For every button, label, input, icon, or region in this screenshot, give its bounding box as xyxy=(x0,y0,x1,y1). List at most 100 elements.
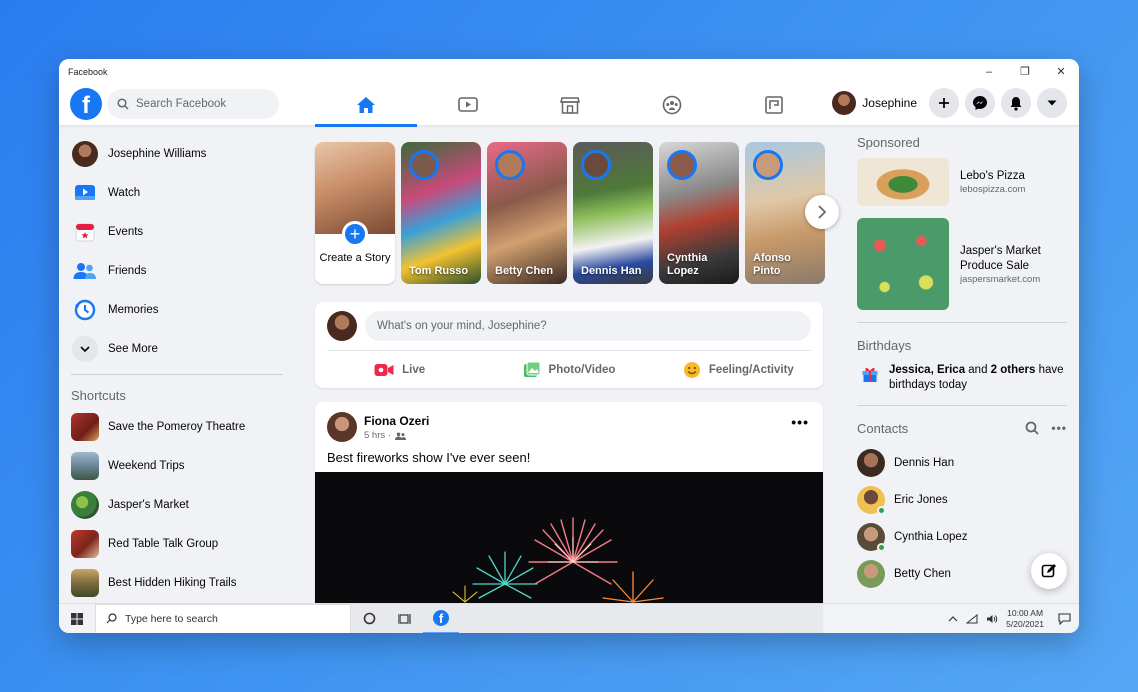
network-icon[interactable] xyxy=(966,614,978,624)
sidebar-item-friends[interactable]: Friends xyxy=(71,251,287,290)
create-button[interactable] xyxy=(929,88,959,118)
photo-video-button[interactable]: Photo/Video xyxy=(484,356,653,384)
left-sidebar: Josephine Williams Watch Events Friends … xyxy=(59,126,299,603)
chevron-up-icon[interactable] xyxy=(948,616,958,622)
post-composer: What's on your mind, Josephine? Live Pho… xyxy=(315,302,823,388)
post-time[interactable]: 5 hrs · xyxy=(364,430,391,441)
tab-groups[interactable] xyxy=(621,84,723,126)
messenger-icon xyxy=(973,96,987,110)
tab-watch[interactable] xyxy=(417,84,519,126)
account-menu-button[interactable] xyxy=(1037,88,1067,118)
composer-input[interactable]: What's on your mind, Josephine? xyxy=(365,311,811,341)
sidebar-item-label: Friends xyxy=(108,264,147,277)
shortcut-item[interactable]: Jasper's Market xyxy=(71,485,287,524)
tab-home[interactable] xyxy=(315,84,417,127)
sidebar-item-watch[interactable]: Watch xyxy=(71,173,287,212)
shortcut-thumbnail xyxy=(71,568,99,597)
feed-post: Fiona Ozeri 5 hrs · ••• Best fireworks s… xyxy=(315,402,823,633)
title-bar: Facebook – ❐ ✕ xyxy=(59,59,1079,84)
right-sidebar: Sponsored Lebo's Pizza lebospizza.com Ja… xyxy=(857,126,1067,603)
search-input[interactable]: Search Facebook xyxy=(107,89,279,119)
search-icon[interactable] xyxy=(1025,421,1040,435)
create-story-card[interactable]: + Create a Story xyxy=(315,142,395,284)
shortcut-item[interactable]: Red Table Talk Group xyxy=(71,524,287,563)
window-title: Facebook xyxy=(68,66,108,77)
cortana-button[interactable] xyxy=(351,604,387,634)
avatar xyxy=(832,91,857,115)
story-card[interactable]: Betty Chen xyxy=(487,142,567,284)
facebook-logo[interactable]: f xyxy=(70,88,102,120)
watch-icon xyxy=(71,179,99,207)
task-view-button[interactable] xyxy=(387,604,423,634)
feeling-activity-button[interactable]: Feeling/Activity xyxy=(654,356,823,384)
tab-marketplace[interactable] xyxy=(519,84,621,126)
taskbar-clock[interactable]: 10:00 AM 5/20/2021 xyxy=(1006,608,1044,630)
story-name: Cynthia Lopez xyxy=(667,252,708,277)
notification-center-icon[interactable] xyxy=(1058,613,1071,625)
shortcut-item[interactable]: Best Hidden Hiking Trails xyxy=(71,563,287,602)
post-author[interactable]: Fiona Ozeri xyxy=(364,414,429,428)
nav-right-actions: Josephine xyxy=(832,88,1067,118)
ad-image xyxy=(857,158,949,206)
sidebar-item-events[interactable]: Events xyxy=(71,212,287,251)
notifications-button[interactable] xyxy=(1001,88,1031,118)
chevron-right-icon xyxy=(818,205,826,219)
messenger-button[interactable] xyxy=(965,88,995,118)
story-card[interactable]: Dennis Han xyxy=(573,142,653,284)
contacts-heading: Contacts xyxy=(857,420,909,436)
contacts-header: Contacts ••• xyxy=(857,412,1067,444)
plus-icon xyxy=(939,98,949,108)
shortcut-label: Jasper's Market xyxy=(108,498,189,511)
more-options-icon[interactable]: ••• xyxy=(791,414,809,430)
plus-icon: + xyxy=(342,221,368,247)
shortcut-thumbnail xyxy=(71,451,99,480)
shortcut-item[interactable]: Weekend Trips xyxy=(71,446,287,485)
composer-actions: Live Photo/Video Feeling/Activity xyxy=(315,356,823,384)
more-options-icon[interactable]: ••• xyxy=(1051,421,1067,435)
contact-name: Betty Chen xyxy=(894,567,951,580)
avatar[interactable] xyxy=(327,412,357,442)
story-card[interactable]: Cynthia Lopez xyxy=(659,142,739,284)
minimize-button[interactable]: – xyxy=(971,59,1007,84)
ad-url: lebospizza.com xyxy=(960,184,1026,195)
ad-url: jaspersmarket.com xyxy=(960,273,1041,285)
birthday-and: and xyxy=(965,364,991,376)
shortcut-label: Red Table Talk Group xyxy=(108,537,219,550)
sidebar-item-profile[interactable]: Josephine Williams xyxy=(71,134,287,173)
new-message-button[interactable] xyxy=(1031,553,1067,589)
contact-item[interactable]: Cynthia Lopez xyxy=(857,518,1067,555)
stories-next-button[interactable] xyxy=(805,195,839,229)
live-video-button[interactable]: Live xyxy=(315,356,484,384)
friends-icon xyxy=(71,257,99,285)
sidebar-item-see-more[interactable]: See More xyxy=(71,329,287,368)
taskbar-facebook-app[interactable]: f xyxy=(423,604,459,633)
shortcut-item[interactable]: Save the Pomeroy Theatre xyxy=(71,407,287,446)
live-label: Live xyxy=(402,364,426,376)
taskbar-search-input[interactable]: Type here to search xyxy=(95,603,351,633)
divider xyxy=(71,374,283,375)
story-card[interactable]: Tom Russo xyxy=(401,142,481,284)
watch-tab-icon xyxy=(458,97,478,112)
avatar xyxy=(581,150,611,180)
profile-chip[interactable]: Josephine xyxy=(832,91,917,115)
ad-item[interactable]: Jasper's Market Produce Sale jaspersmark… xyxy=(857,218,1067,310)
start-button[interactable] xyxy=(59,604,95,634)
tab-gaming[interactable] xyxy=(723,84,825,126)
sponsored-heading: Sponsored xyxy=(857,134,920,150)
contact-item[interactable]: Dennis Han xyxy=(857,444,1067,481)
ad-item[interactable]: Lebo's Pizza lebospizza.com xyxy=(857,158,1067,206)
volume-icon[interactable] xyxy=(986,614,998,624)
home-icon xyxy=(357,97,375,113)
facebook-icon: f xyxy=(433,609,449,626)
smiley-icon xyxy=(683,362,700,378)
restore-button[interactable]: ❐ xyxy=(1007,59,1043,84)
calendar-icon xyxy=(71,218,99,246)
birthday-notice[interactable]: Jessica, Erica and 2 others have birthda… xyxy=(857,361,1067,403)
avatar xyxy=(409,150,439,180)
shortcut-thumbnail xyxy=(71,412,99,441)
sidebar-item-memories[interactable]: Memories xyxy=(71,290,287,329)
windows-taskbar: Type here to search f 10:00 AM 5/20/2021 xyxy=(59,603,1079,633)
close-button[interactable]: ✕ xyxy=(1043,59,1079,84)
contact-item[interactable]: Eric Jones xyxy=(857,481,1067,518)
caret-down-icon xyxy=(1047,100,1057,106)
